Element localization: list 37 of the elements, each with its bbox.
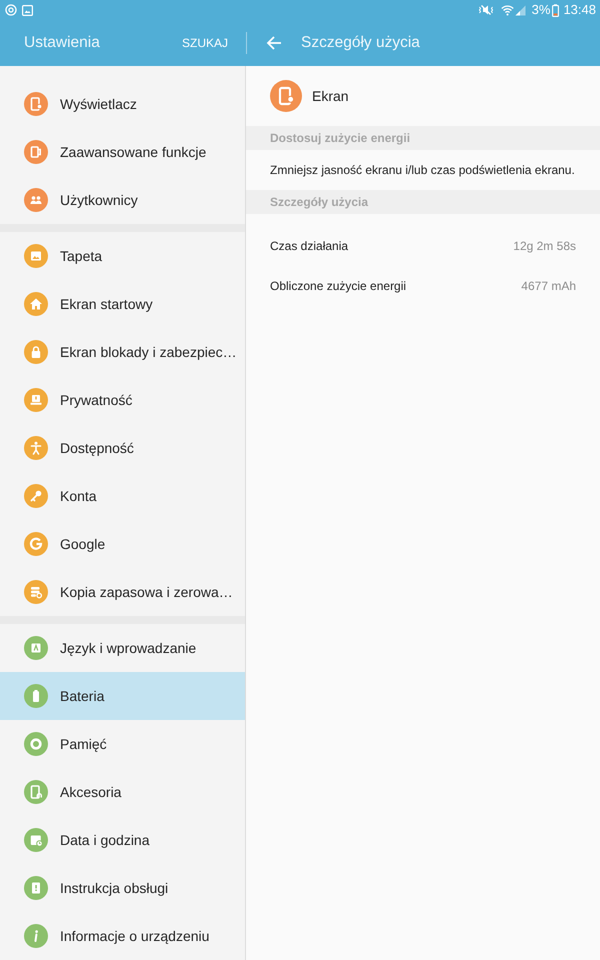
sidebar-item[interactable]: Tapeta	[0, 232, 245, 280]
sidebar-item[interactable]: Kopia zapasowa i zerowa…	[0, 568, 245, 616]
usage-label: Obliczone zużycie energii	[270, 279, 406, 293]
sidebar-item[interactable]: Prywatność	[0, 376, 245, 424]
tip-text[interactable]: Zmniejsz jasność ekranu i/lub czas podświetlenia ekranu.	[270, 163, 575, 177]
sidebar-item[interactable]: Instrukcja obsługi	[0, 864, 245, 912]
sidebar-item[interactable]: Wyświetlacz	[0, 80, 245, 128]
sidebar-item[interactable]: Google	[0, 520, 245, 568]
mute-icon	[478, 4, 494, 16]
sidebar-item[interactable]: Zaawansowane funkcje	[0, 128, 245, 176]
sidebar-item[interactable]: Ekran startowy	[0, 280, 245, 328]
usage-value: 4677 mAh	[521, 279, 576, 293]
sidebar-item[interactable]: Dostępność	[0, 424, 245, 472]
wifi-icon	[500, 4, 514, 16]
battery-percent: 3%	[532, 3, 550, 17]
usage-label: Czas działania	[270, 239, 348, 253]
clock-time: 13:48	[563, 3, 596, 17]
sidebar-item[interactable]: Język i wprowadzanie	[0, 624, 245, 672]
sidebar-item[interactable]: Data i godzina	[0, 816, 245, 864]
back-arrow-icon[interactable]	[266, 35, 282, 51]
sync-icon	[5, 4, 17, 16]
section-header: Szczegóły użycia	[246, 190, 600, 214]
sidebar-item[interactable]: Użytkownicy	[0, 176, 245, 224]
section-header: Dostosuj zużycie energii	[246, 126, 600, 150]
sidebar-item[interactable]: Bateria	[0, 672, 245, 720]
sidebar-item[interactable]: Informacje o urządzeniu	[0, 912, 245, 960]
sidebar-item[interactable]: Akcesoria	[0, 768, 245, 816]
sidebar-item[interactable]: Pamięć	[0, 720, 245, 768]
usage-value: 12g 2m 58s	[513, 239, 576, 253]
image-icon	[22, 4, 33, 16]
app-name: Ekran	[312, 88, 349, 104]
settings-title: Ustawienia	[24, 34, 100, 52]
battery-icon	[552, 4, 560, 16]
page-title: Szczegóły użycia	[301, 34, 420, 52]
sidebar-item[interactable]: Konta	[0, 472, 245, 520]
sidebar-item[interactable]: Ekran blokady i zabezpiec…	[0, 328, 245, 376]
signal-icon	[514, 4, 526, 16]
